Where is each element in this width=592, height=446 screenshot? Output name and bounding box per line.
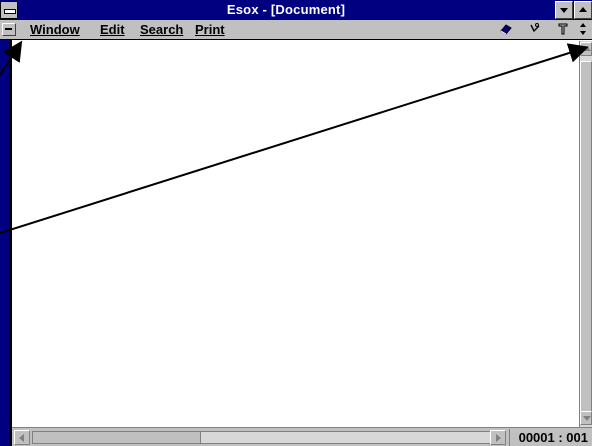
- check-icon[interactable]: [527, 22, 543, 38]
- scroll-up-button[interactable]: [580, 42, 592, 56]
- menu-search[interactable]: Search: [140, 20, 183, 40]
- menu-window-label: Window: [30, 22, 80, 37]
- arrow-down-icon: [583, 416, 591, 421]
- menu-search-label: Search: [140, 22, 184, 37]
- eraser-icon[interactable]: [498, 22, 514, 38]
- menu-edit[interactable]: Edit: [100, 20, 125, 40]
- chevron-up-icon: [579, 7, 587, 12]
- menu-window[interactable]: Window: [30, 20, 80, 40]
- arrow-up-icon: [583, 46, 591, 51]
- minimize-button[interactable]: [555, 1, 573, 19]
- cursor-position-readout: 00001 : 001: [509, 429, 592, 446]
- menu-edit-label: Edit: [100, 22, 125, 37]
- vertical-scrollbar[interactable]: [579, 41, 592, 427]
- scroll-right-button[interactable]: [490, 430, 506, 445]
- application-window: Esox - [Document] Window Edit Search Pri…: [0, 0, 592, 446]
- title-bar: Esox - [Document]: [0, 0, 592, 20]
- window-title: Esox - [Document]: [226, 2, 346, 17]
- tool-icon[interactable]: [555, 22, 571, 38]
- horizontal-scrollbar[interactable]: [32, 431, 500, 444]
- system-menu-button[interactable]: [0, 1, 18, 19]
- vertical-scroll-thumb[interactable]: [580, 61, 592, 421]
- arrow-right-icon: [496, 434, 501, 442]
- document-left-border: [0, 40, 12, 446]
- status-bar: 00001 : 001: [12, 427, 592, 446]
- document-content-area[interactable]: [12, 41, 579, 427]
- menu-bar: Window Edit Search Print: [0, 20, 592, 40]
- arrow-left-icon: [19, 434, 24, 442]
- restore-arrows-icon[interactable]: [575, 22, 591, 38]
- menu-print-label: Print: [195, 22, 225, 37]
- scroll-down-button[interactable]: [580, 411, 592, 425]
- horizontal-scroll-thumb[interactable]: [33, 432, 201, 443]
- document-system-menu-button[interactable]: [2, 23, 16, 36]
- maximize-button[interactable]: [574, 1, 592, 19]
- chevron-down-icon: [560, 8, 568, 13]
- menu-print[interactable]: Print: [195, 20, 225, 40]
- scroll-left-button[interactable]: [14, 430, 30, 445]
